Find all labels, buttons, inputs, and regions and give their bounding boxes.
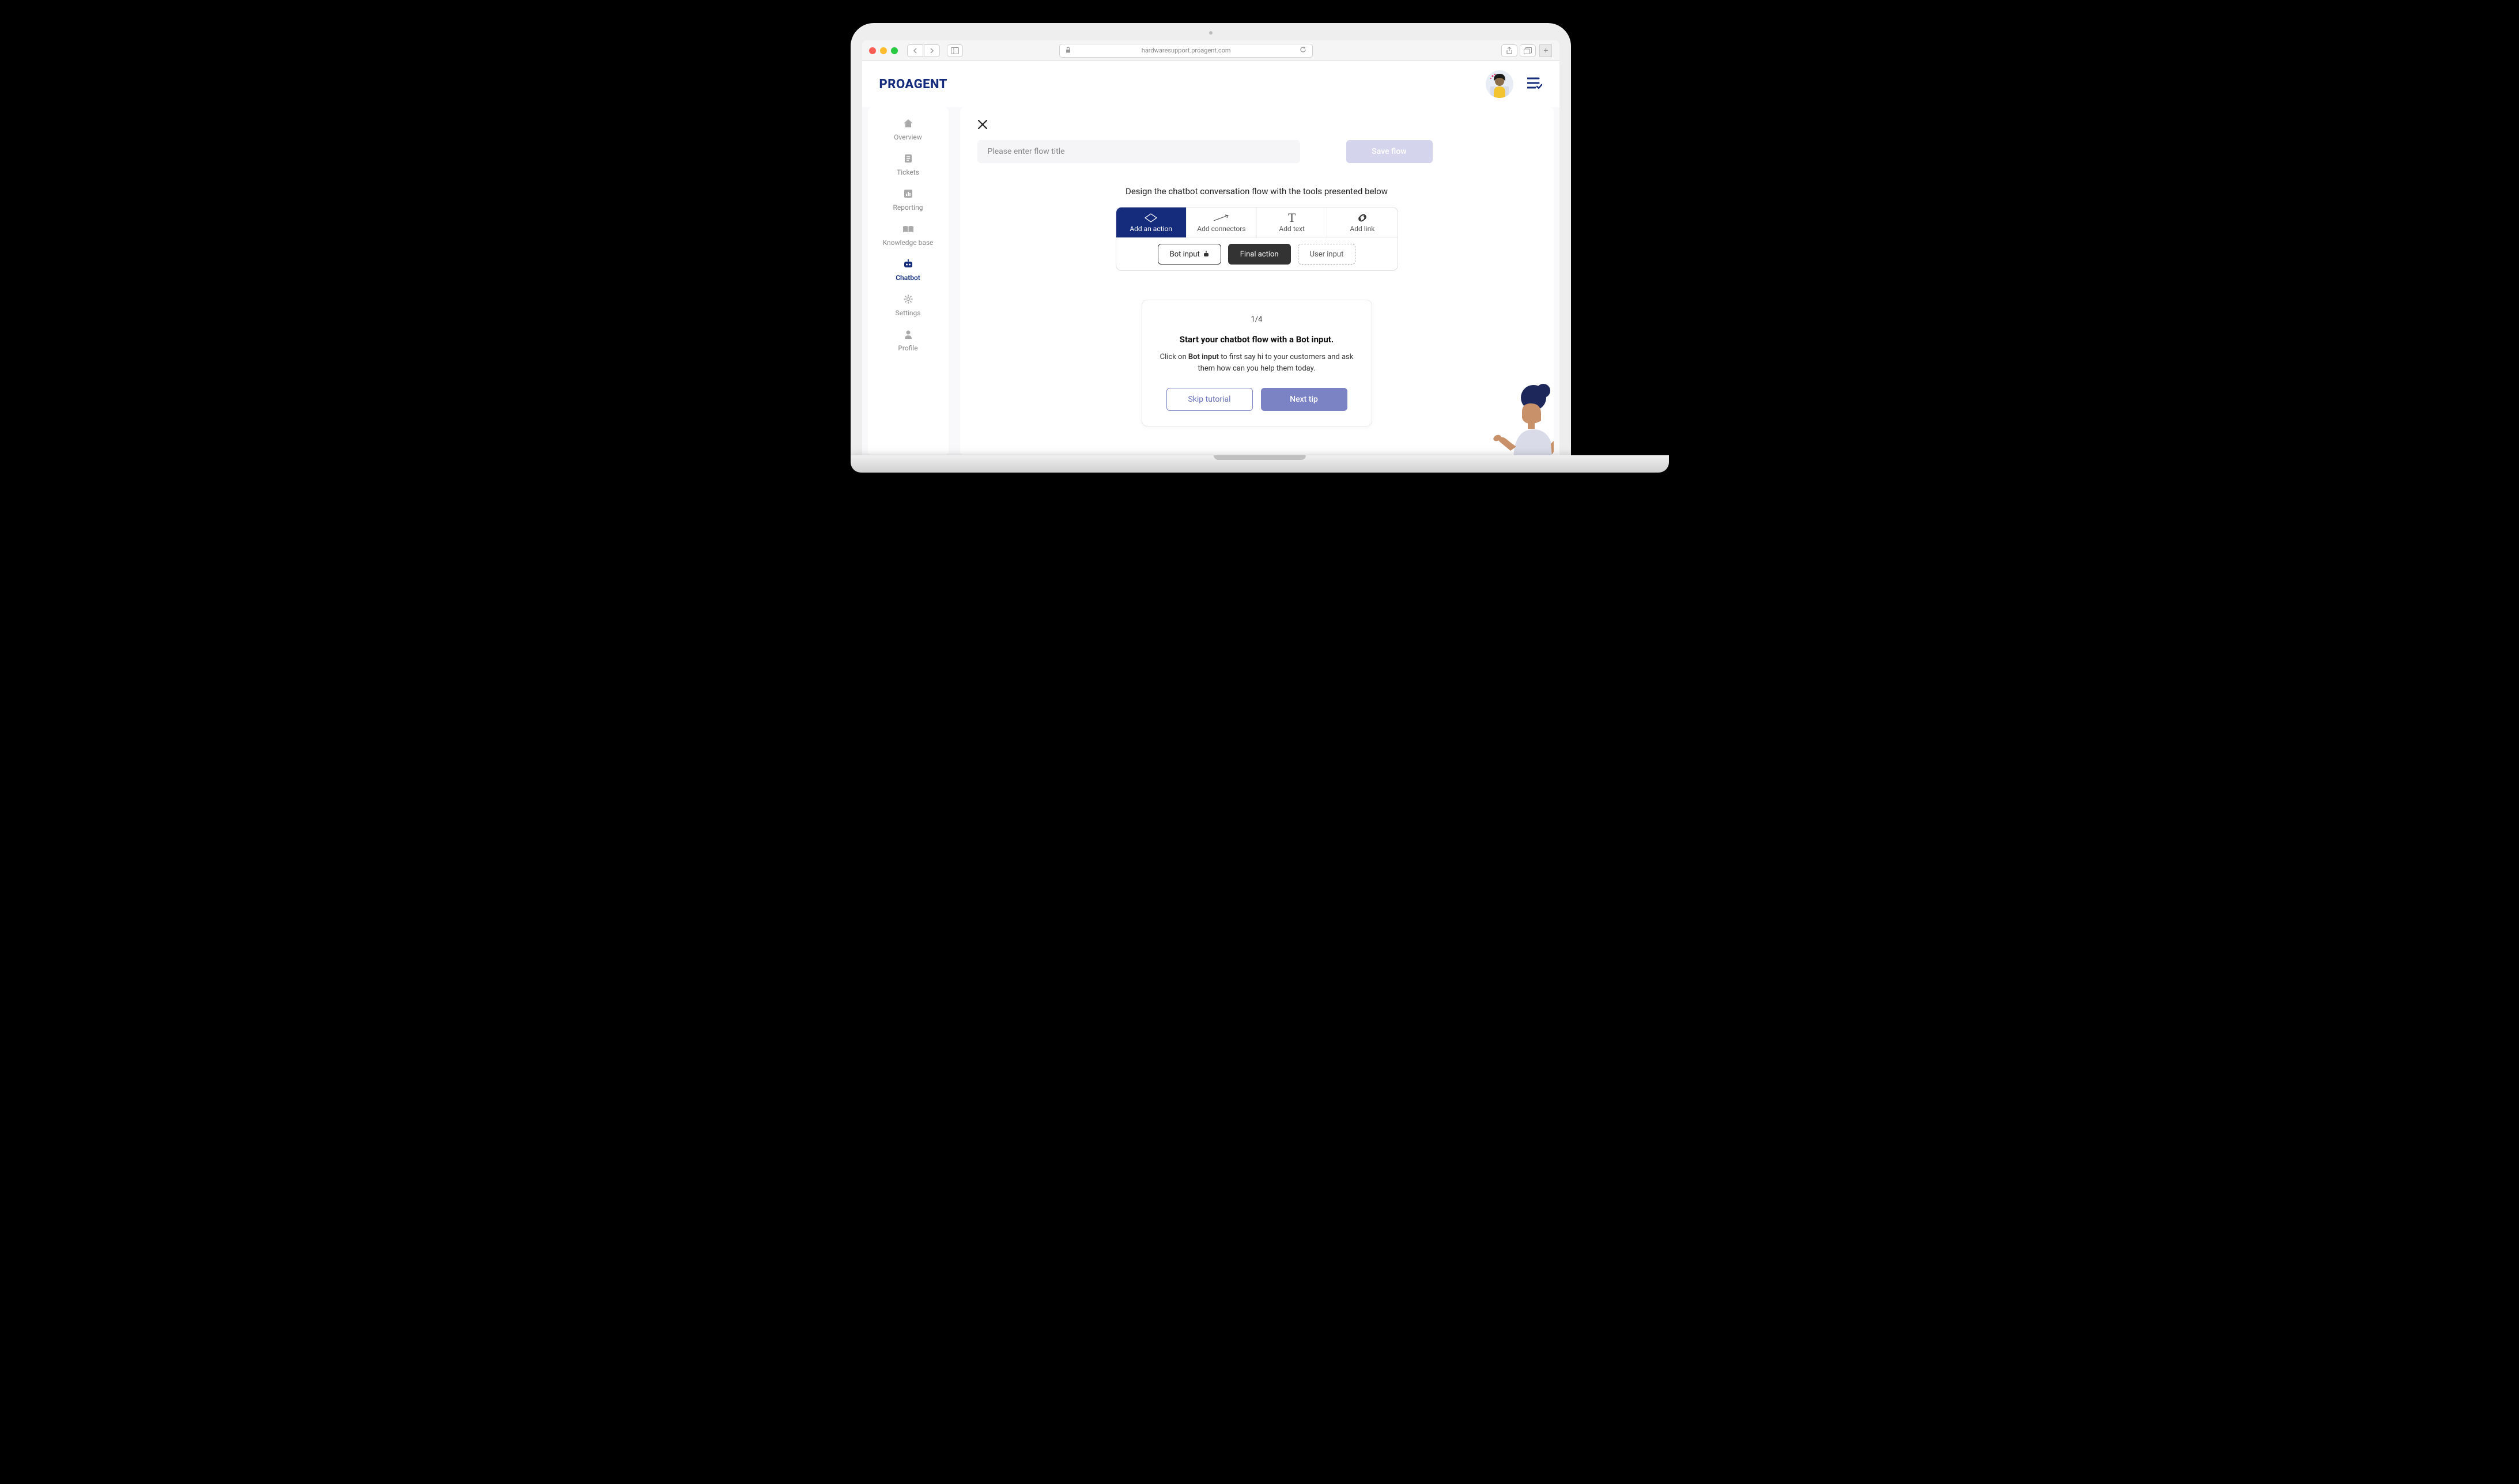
- sidebar-item-profile[interactable]: Profile: [868, 330, 949, 352]
- tab-label: Add text: [1279, 225, 1305, 233]
- tab-add-connectors[interactable]: Add connectors: [1187, 207, 1257, 237]
- share-icon: [1506, 47, 1513, 55]
- bot-small-icon: [1203, 251, 1209, 258]
- sidebar-item-label: Overview: [894, 133, 922, 141]
- person-illustration: [1467, 380, 1554, 455]
- tabs-icon: [1524, 47, 1532, 54]
- sidebar-item-label: Chatbot: [896, 274, 920, 282]
- sidebar-item-label: Reporting: [893, 203, 923, 212]
- tab-add-action[interactable]: Add an action: [1116, 207, 1187, 237]
- address-url: hardwaresupport.proagent.com: [1142, 47, 1231, 54]
- checklist-icon: [1527, 77, 1542, 89]
- plus-icon: +: [1543, 46, 1548, 55]
- title-row: Save flow: [977, 140, 1536, 163]
- chevron-right-icon: [930, 48, 934, 54]
- toolbar-actions: Bot input Final action User input: [1116, 237, 1398, 270]
- app-header: PROAGENT: [862, 61, 1559, 107]
- new-tab-button[interactable]: +: [1539, 44, 1552, 57]
- link-icon: [1356, 212, 1369, 224]
- sidebar: Overview Tickets Reporting: [868, 107, 949, 455]
- avatar[interactable]: [1486, 70, 1513, 98]
- avatar-image: [1486, 70, 1513, 98]
- lock-icon: [1066, 47, 1071, 55]
- pill-label: Bot input: [1170, 250, 1200, 259]
- toolbar-tabs: Add an action Add connectors T Add text: [1116, 207, 1398, 237]
- browser-chrome: hardwaresupport.proagent.com +: [862, 40, 1559, 61]
- close-window-button[interactable]: [869, 47, 876, 54]
- book-icon: [902, 224, 914, 236]
- tutorial-step-counter: 1/4: [1158, 315, 1355, 324]
- tutorial-body: Click on Bot input to first say hi to yo…: [1158, 352, 1355, 374]
- laptop-camera: [1209, 31, 1213, 35]
- sidebar-item-label: Tickets: [897, 168, 919, 176]
- tab-add-link[interactable]: Add link: [1327, 207, 1397, 237]
- sidebar-toggle-button[interactable]: [947, 44, 963, 57]
- window-controls: [869, 47, 898, 54]
- share-button[interactable]: [1501, 44, 1517, 57]
- chevron-left-icon: [913, 48, 917, 54]
- maximize-window-button[interactable]: [891, 47, 898, 54]
- main-area: Save flow Design the chatbot conversatio…: [960, 107, 1554, 455]
- sidebar-item-settings[interactable]: Settings: [868, 294, 949, 317]
- tab-label: Add an action: [1130, 225, 1172, 233]
- chart-icon: [904, 189, 913, 201]
- arrow-icon: [1213, 212, 1230, 224]
- flow-title-input[interactable]: [977, 140, 1300, 163]
- tab-label: Add connectors: [1197, 225, 1245, 233]
- tutorial-title: Start your chatbot flow with a Bot input…: [1158, 334, 1355, 345]
- sidebar-item-label: Knowledge base: [883, 239, 934, 247]
- sidebar-item-label: Profile: [898, 344, 917, 352]
- sidebar-item-chatbot[interactable]: Chatbot: [868, 259, 949, 282]
- sidebar-item-knowledge-base[interactable]: Knowledge base: [868, 224, 949, 247]
- forward-button[interactable]: [924, 44, 940, 57]
- reload-icon[interactable]: [1300, 46, 1306, 55]
- flow-toolbar: Add an action Add connectors T Add text: [1116, 207, 1398, 271]
- back-button[interactable]: [907, 44, 923, 57]
- pill-label: User input: [1310, 250, 1344, 259]
- laptop-frame: hardwaresupport.proagent.com + PROAGEN: [851, 23, 1571, 455]
- header-right: [1486, 70, 1542, 98]
- gear-icon: [904, 294, 913, 307]
- save-flow-button[interactable]: Save flow: [1346, 140, 1433, 163]
- diamond-icon: [1144, 212, 1158, 224]
- document-icon: [904, 154, 913, 166]
- sidebar-item-reporting[interactable]: Reporting: [868, 189, 949, 212]
- skip-tutorial-button[interactable]: Skip tutorial: [1166, 388, 1253, 411]
- text-icon: T: [1288, 212, 1296, 224]
- user-icon: [904, 330, 912, 342]
- sidebar-item-label: Settings: [896, 309, 921, 317]
- app-body: Overview Tickets Reporting: [862, 107, 1559, 455]
- next-tip-button[interactable]: Next tip: [1261, 388, 1347, 411]
- checklist-button[interactable]: [1527, 77, 1542, 92]
- tab-add-text[interactable]: T Add text: [1257, 207, 1327, 237]
- final-action-button[interactable]: Final action: [1228, 244, 1291, 265]
- close-icon: [977, 119, 988, 130]
- sidebar-icon: [951, 47, 959, 54]
- address-bar[interactable]: hardwaresupport.proagent.com: [1059, 44, 1313, 58]
- instruction-text: Design the chatbot conversation flow wit…: [977, 186, 1536, 197]
- bot-input-button[interactable]: Bot input: [1158, 244, 1221, 265]
- minimize-window-button[interactable]: [880, 47, 887, 54]
- browser-right-controls: +: [1501, 44, 1552, 57]
- pill-label: Final action: [1240, 250, 1279, 259]
- tab-label: Add link: [1350, 225, 1374, 233]
- bot-icon: [903, 259, 913, 271]
- sidebar-item-tickets[interactable]: Tickets: [868, 154, 949, 176]
- logo[interactable]: PROAGENT: [879, 77, 947, 92]
- home-icon: [903, 119, 913, 131]
- user-input-button[interactable]: User input: [1298, 244, 1356, 265]
- laptop-base: [851, 455, 1669, 473]
- browser-nav: [907, 44, 940, 57]
- close-button[interactable]: [977, 119, 988, 133]
- tabs-button[interactable]: [1520, 44, 1536, 57]
- screen: hardwaresupport.proagent.com + PROAGEN: [862, 40, 1559, 455]
- sidebar-item-overview[interactable]: Overview: [868, 119, 949, 141]
- tutorial-card: 1/4 Start your chatbot flow with a Bot i…: [1142, 300, 1372, 426]
- tutorial-buttons: Skip tutorial Next tip: [1158, 388, 1355, 411]
